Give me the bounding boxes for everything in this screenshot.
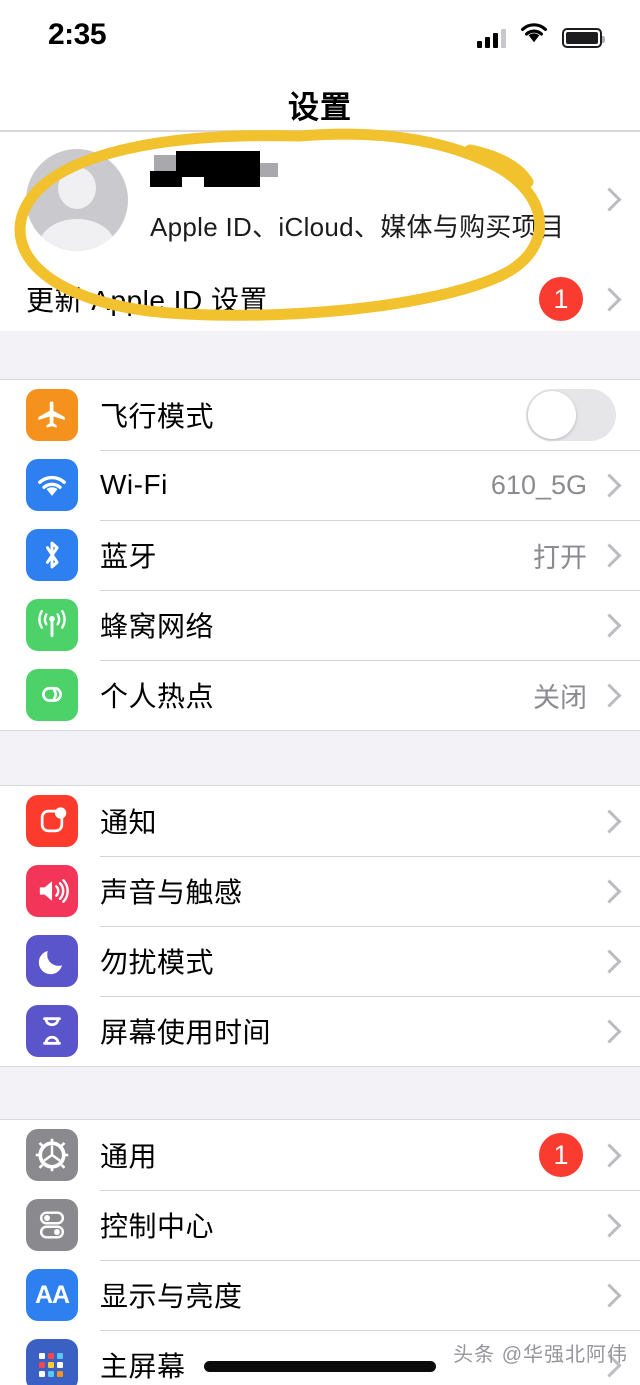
- update-apple-id-settings-row[interactable]: 更新 Apple ID 设置 1: [0, 267, 640, 331]
- update-apple-id-label: 更新 Apple ID 设置: [26, 279, 539, 319]
- chevron-right-icon: [601, 474, 614, 497]
- cellular-bars-icon: [477, 28, 506, 48]
- bluetooth-icon: [26, 529, 78, 581]
- status-bar-time: 2:35: [48, 18, 106, 52]
- chevron-right-icon: [601, 810, 614, 833]
- cellular-antenna-icon: [26, 599, 78, 651]
- network-group: 飞行模式 Wi-Fi 610_5G 蓝牙 打开: [0, 379, 640, 731]
- apple-id-text: Apple ID、iCloud、媒体与购买项目: [150, 155, 601, 244]
- sidebar-item-sounds-haptics[interactable]: 声音与触感: [0, 856, 640, 926]
- gear-icon: [26, 1129, 78, 1181]
- screen-time-hourglass-icon: [26, 1005, 78, 1057]
- chevron-right-icon: [601, 1284, 614, 1307]
- sidebar-item-notifications[interactable]: 通知: [0, 786, 640, 856]
- chevron-right-icon: [601, 1214, 614, 1237]
- chevron-right-icon: [601, 1144, 614, 1167]
- wifi-icon: [26, 459, 78, 511]
- sidebar-item-general[interactable]: 通用 1: [0, 1120, 640, 1190]
- hotspot-value: 关闭: [533, 676, 587, 715]
- battery-full-icon: [562, 28, 602, 48]
- sidebar-item-label: 飞行模式: [100, 395, 526, 435]
- settings-screen: 2:35 设置: [0, 0, 640, 1385]
- chevron-right-icon: [601, 614, 614, 637]
- sidebar-item-label: Wi-Fi: [100, 469, 491, 501]
- status-bar-icons: [477, 22, 602, 48]
- chevron-right-icon: [601, 288, 614, 311]
- sidebar-item-label: 屏幕使用时间: [100, 1011, 587, 1051]
- notifications-icon: [26, 795, 78, 847]
- personal-hotspot-icon: [26, 669, 78, 721]
- bluetooth-value: 打开: [533, 536, 587, 575]
- home-indicator-bar: [204, 1361, 436, 1372]
- sidebar-item-label: 通用: [100, 1135, 539, 1175]
- chevron-right-icon: [601, 1020, 614, 1043]
- wifi-icon: [519, 21, 549, 48]
- sidebar-item-control-center[interactable]: 控制中心: [0, 1190, 640, 1260]
- navigation-bar: 设置: [0, 68, 640, 131]
- sidebar-item-label: 蓝牙: [100, 535, 533, 575]
- sidebar-item-label: 蜂窝网络: [100, 605, 587, 645]
- chevron-right-icon: [601, 544, 614, 567]
- chevron-right-icon: [601, 880, 614, 903]
- sidebar-item-label: 个人热点: [100, 675, 533, 715]
- airplane-mode-toggle[interactable]: [526, 389, 616, 441]
- sidebar-item-cellular[interactable]: 蜂窝网络: [0, 590, 640, 660]
- notifications-group: 通知 声音与触感 勿扰模式: [0, 785, 640, 1067]
- sidebar-item-label: 控制中心: [100, 1205, 587, 1245]
- home-screen-grid-icon: [26, 1339, 78, 1385]
- avatar-placeholder-icon: [26, 149, 128, 251]
- sidebar-item-do-not-disturb[interactable]: 勿扰模式: [0, 926, 640, 996]
- chevron-right-icon: [601, 188, 614, 211]
- page-title: 设置: [0, 82, 640, 127]
- sidebar-item-screen-time[interactable]: 屏幕使用时间: [0, 996, 640, 1066]
- control-center-icon: [26, 1199, 78, 1251]
- sidebar-item-wifi[interactable]: Wi-Fi 610_5G: [0, 450, 640, 520]
- sidebar-item-label: 显示与亮度: [100, 1275, 587, 1315]
- status-badge: 1: [539, 277, 583, 321]
- sidebar-item-label: 通知: [100, 801, 587, 841]
- sidebar-item-airplane-mode[interactable]: 飞行模式: [0, 380, 640, 450]
- do-not-disturb-moon-icon: [26, 935, 78, 987]
- sounds-haptics-icon: [26, 865, 78, 917]
- status-bar: 2:35: [0, 0, 640, 68]
- chevron-right-icon: [601, 950, 614, 973]
- sidebar-item-personal-hotspot[interactable]: 个人热点 关闭: [0, 660, 640, 730]
- wifi-value: 610_5G: [491, 470, 587, 501]
- apple-id-subtitle: Apple ID、iCloud、媒体与购买项目: [150, 207, 601, 244]
- display-brightness-aa-icon: AA: [26, 1269, 78, 1321]
- chevron-right-icon: [601, 684, 614, 707]
- status-badge: 1: [539, 1133, 583, 1177]
- sidebar-item-label: 声音与触感: [100, 871, 587, 911]
- apple-id-group: Apple ID、iCloud、媒体与购买项目 更新 Apple ID 设置 1: [0, 131, 640, 331]
- apple-id-row[interactable]: Apple ID、iCloud、媒体与购买项目: [0, 132, 640, 267]
- watermark-text: 头条 @华强北阿伟: [453, 1338, 628, 1367]
- airplane-icon: [26, 389, 78, 441]
- sidebar-item-display-brightness[interactable]: AA 显示与亮度: [0, 1260, 640, 1330]
- sidebar-item-label: 勿扰模式: [100, 941, 587, 981]
- sidebar-item-bluetooth[interactable]: 蓝牙 打开: [0, 520, 640, 590]
- apple-id-name-redacted: [150, 159, 350, 199]
